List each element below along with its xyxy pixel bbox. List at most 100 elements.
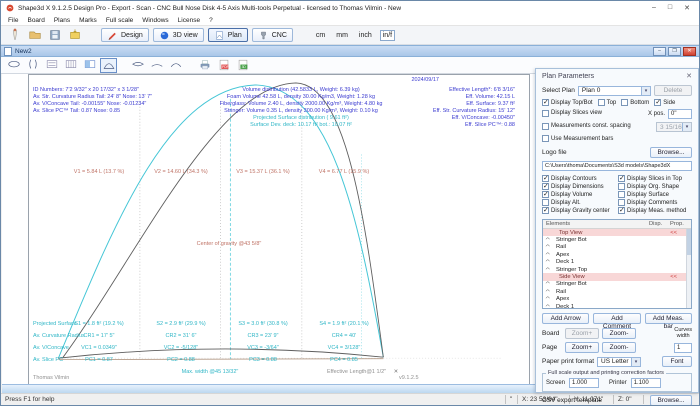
menu-item-plans[interactable]: Plans [54, 17, 70, 24]
plan-view-tool[interactable] [100, 58, 117, 73]
checkbox-display-slices-in-top[interactable]: ✓Display Slices in Top [618, 175, 692, 182]
open-button[interactable] [26, 28, 43, 43]
deck-tool[interactable] [167, 58, 184, 73]
close-icon[interactable]: ✕ [684, 4, 690, 12]
element-row-rail[interactable]: Rail [543, 244, 691, 251]
3d-icon [159, 30, 170, 41]
logo-browse-button[interactable]: Browse... [650, 147, 692, 158]
curves-width-input[interactable]: 1 [674, 343, 692, 353]
doc-close-icon[interactable]: ✕ [683, 47, 696, 56]
new-board-button[interactable] [6, 28, 23, 43]
checkbox-display-org-shape[interactable]: Display Org. Shape [618, 183, 692, 190]
add-arrow-button[interactable]: Add Arrow [542, 313, 589, 324]
menu-item-file[interactable]: File [8, 17, 18, 24]
menu-item-board[interactable]: Board [27, 17, 44, 24]
plan-canvas[interactable]: 2024/09/17 ID Numbers: 7'2 9/32" x 20 17… [28, 74, 530, 386]
unit-mm[interactable]: mm [333, 30, 351, 41]
unit-cm[interactable]: cm [313, 30, 328, 41]
checkbox-display-gravity-center[interactable]: ✓Display Gravity center [542, 207, 616, 214]
checkbox-top[interactable]: Top [598, 99, 617, 106]
checkbox-display-volume[interactable]: ✓Display Volume [542, 191, 616, 198]
page-zoom-out-button[interactable]: Zoom- [602, 342, 636, 353]
collapse-arrows[interactable]: << [670, 230, 677, 236]
spacing-combo[interactable]: 3 15/16" ▾ [656, 122, 692, 132]
checkbox-display-surface[interactable]: Display Surface [618, 191, 692, 198]
rocker-tool[interactable] [148, 58, 165, 73]
document-tab[interactable]: New2 [15, 48, 32, 55]
maximize-icon[interactable]: □ [668, 4, 672, 12]
menu-item-windows[interactable]: Windows [142, 17, 168, 24]
plan-view-button[interactable]: Plan [208, 28, 248, 42]
checkbox-display-meas-method[interactable]: ✓Display Meas. method [618, 207, 692, 214]
new-board-icon [8, 28, 22, 42]
elements-scrollbar[interactable] [686, 229, 691, 308]
board-zoom-out-button[interactable]: Zoom- [602, 328, 636, 339]
unit-inch[interactable]: inch [356, 30, 375, 41]
surface-block-line: Projected Surface distribution ( 9.61 ft… [201, 115, 401, 122]
add-meas-bar-button[interactable]: Add Meas. bar [645, 313, 692, 324]
screen-factor-input[interactable]: 1.000 [569, 378, 599, 388]
element-group-top-view[interactable]: Top View<< [543, 229, 691, 236]
logo-path-input[interactable]: C:\Users\thoma\Documents\S3d models\Shap… [542, 161, 692, 171]
checkbox-display-dimensions[interactable]: ✓Display Dimensions [542, 183, 616, 190]
export-pdf-tool[interactable]: PDF [215, 58, 232, 73]
element-row-stringer-bot[interactable]: Stringer Bot [543, 236, 691, 243]
element-row-apex[interactable]: Apex [543, 251, 691, 258]
add-comment-button[interactable]: Add Comment [593, 313, 640, 324]
printer-factor-input[interactable]: 1.100 [631, 378, 661, 388]
element-row-deck-1[interactable]: Deck 1 [543, 259, 691, 266]
svg-text:PDF: PDF [222, 65, 229, 69]
board-fill-tool[interactable] [81, 58, 98, 73]
doc-restore-icon[interactable]: ❐ [668, 47, 681, 56]
slices-tool[interactable] [24, 58, 41, 73]
export-3d-tool[interactable]: 3D [234, 58, 251, 73]
minimize-icon[interactable]: – [652, 4, 656, 12]
export-button[interactable] [66, 28, 83, 43]
design-view-button[interactable]: Design [101, 28, 149, 42]
checkbox-side-label: Side [663, 100, 675, 106]
delete-plan-button[interactable]: Delete [654, 85, 692, 96]
board-dim-tool[interactable] [43, 58, 60, 73]
menu-item-license[interactable]: License [178, 17, 200, 24]
doc-minimize-icon[interactable]: – [653, 47, 666, 56]
title-bar: Shape3d X 9.1.2.5 Design Pro - Export - … [1, 1, 699, 15]
document-icon [4, 47, 12, 56]
page-zoom-in-button[interactable]: Zoom+ [565, 342, 599, 353]
checkbox-measurements-const-spacing[interactable]: Measurements const. spacing [542, 123, 631, 130]
checkbox-display-slices-view[interactable]: Display Slices view [542, 110, 602, 117]
unit-in-f[interactable]: in/f [380, 30, 395, 41]
lens-tool[interactable] [129, 58, 146, 73]
board-zoom-in-button[interactable]: Zoom+ [565, 328, 599, 339]
outline-tool[interactable] [5, 58, 22, 73]
menu-item-[interactable]: ? [209, 17, 213, 24]
checkbox-display-comments[interactable]: Display Comments [618, 199, 692, 206]
select-plan-combo[interactable]: Plan 0 ▾ [578, 86, 651, 96]
elements-list[interactable]: Elements Disp. Prop. Top View<<Stringer … [542, 219, 692, 309]
print-tool[interactable] [196, 58, 213, 73]
paper-format-combo[interactable]: US Letter ▾ [597, 357, 641, 367]
menu-item-marks[interactable]: Marks [79, 17, 97, 24]
checkbox-use-measurement-bars[interactable]: Use Measurement bars [542, 135, 613, 142]
checkbox-bottom[interactable]: Bottom [621, 99, 649, 106]
panel-close-icon[interactable]: ✕ [686, 72, 692, 80]
element-row-rail[interactable]: Rail [543, 288, 691, 295]
checkbox-display-top-bot[interactable]: ✓Display Top/Bot [542, 99, 593, 106]
element-row-deck-1[interactable]: Deck 1 [543, 303, 691, 309]
save-button[interactable] [46, 28, 63, 43]
checkbox-display-alt[interactable]: Display Alt. [542, 199, 616, 206]
cnc-view-button[interactable]: CNC [252, 28, 293, 42]
element-row-stringer-bot[interactable]: Stringer Bot [543, 281, 691, 288]
font-button[interactable]: Font [662, 356, 692, 367]
element-group-side-view[interactable]: Side View<< [543, 273, 691, 280]
csv-browse-button[interactable]: Browse... [650, 395, 692, 406]
board-slices-tool[interactable] [62, 58, 79, 73]
3d-view-view-button[interactable]: 3D view [153, 28, 204, 42]
checkbox-side[interactable]: ✓Side [654, 99, 675, 106]
element-row-stringer-top[interactable]: Stringer Top [543, 266, 691, 273]
collapse-arrows[interactable]: << [670, 274, 677, 280]
menu-item-full-scale[interactable]: Full scale [106, 17, 133, 24]
check-icon: ✓ [655, 98, 661, 106]
checkbox-display-contours[interactable]: ✓Display Contours [542, 175, 616, 182]
element-row-apex[interactable]: Apex [543, 296, 691, 303]
xpos-input[interactable]: 0" [668, 109, 692, 119]
